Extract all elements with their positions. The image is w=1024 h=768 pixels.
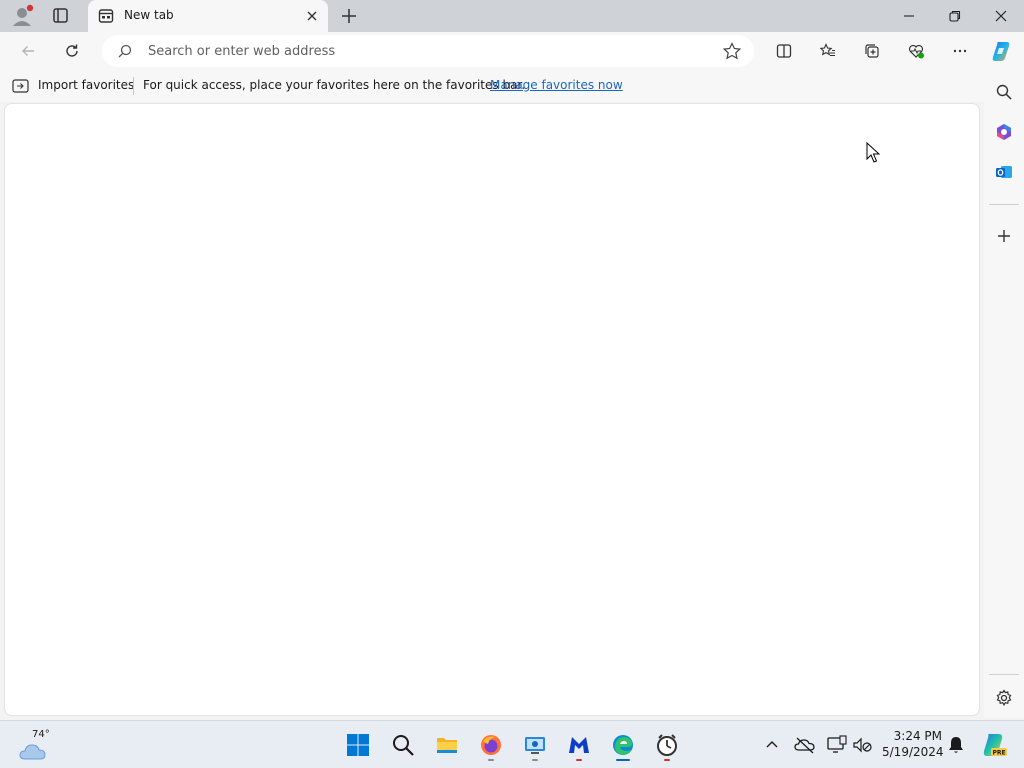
remote-desktop-icon: [525, 737, 545, 754]
restore-icon: [949, 10, 961, 22]
favorites-bar-message: For quick access, place your favorites h…: [143, 78, 526, 92]
favorites-list-icon: [820, 43, 835, 57]
address-bar[interactable]: [102, 35, 754, 67]
system-clock[interactable]: 3:24 PM 5/19/2024: [882, 728, 944, 760]
volume-muted-icon: [853, 737, 872, 753]
favorites-bar: Import favorites For quick access, place…: [0, 70, 984, 102]
refresh-button[interactable]: [58, 38, 86, 64]
taskbar-remote-desktop[interactable]: [519, 729, 551, 761]
favorites-divider: [133, 77, 134, 95]
plus-icon: [998, 230, 1010, 242]
heart-pulse-icon: [908, 44, 924, 59]
taskbar-file-explorer[interactable]: [431, 729, 463, 761]
copilot-button[interactable]: [988, 38, 1016, 64]
split-screen-button[interactable]: [770, 38, 798, 64]
profile-button[interactable]: [8, 4, 36, 28]
sidebar-divider: [989, 204, 1019, 205]
edge-sidebar: [984, 70, 1024, 718]
taskbar-search-button[interactable]: [387, 729, 419, 761]
taskbar-malwarebytes[interactable]: [563, 729, 595, 761]
edge-icon: [613, 735, 633, 755]
restore-button[interactable]: [940, 4, 970, 28]
tab-actions-icon: [53, 8, 68, 23]
refresh-icon: [66, 44, 78, 57]
running-indicator: [664, 759, 670, 761]
onedrive-status[interactable]: [794, 735, 816, 755]
clock-app-icon: [657, 734, 677, 756]
search-icon: [118, 44, 132, 58]
chevron-up-icon: [766, 741, 778, 748]
more-options-icon: [953, 49, 967, 53]
taskbar-start-button[interactable]: [342, 729, 374, 761]
display-status[interactable]: [826, 735, 848, 755]
search-icon: [996, 84, 1012, 100]
page-content[interactable]: [4, 103, 980, 716]
taskbar-edge[interactable]: [607, 729, 639, 761]
firefox-icon: [481, 735, 501, 755]
taskbar: 74° 3:24 PM 5/19/2024 PRE: [0, 720, 1024, 768]
tab-actions-button[interactable]: [46, 4, 74, 28]
new-tab-page-icon: [98, 9, 114, 23]
close-window-button[interactable]: [986, 4, 1016, 28]
favorites-button[interactable]: [814, 38, 842, 64]
notification-bell-icon[interactable]: [947, 735, 965, 755]
start-icon: [347, 734, 369, 756]
weather-temperature: 74°: [32, 729, 50, 740]
sidebar-settings-button[interactable]: [990, 684, 1018, 712]
new-tab-button[interactable]: [338, 4, 360, 28]
clock-date: 5/19/2024: [882, 745, 944, 759]
collections-button[interactable]: [858, 38, 886, 64]
browser-essentials-button[interactable]: [902, 38, 930, 64]
back-arrow-icon: [22, 46, 34, 56]
sidebar-microsoft365-button[interactable]: [990, 118, 1018, 146]
back-button[interactable]: [14, 38, 42, 64]
gear-icon: [996, 689, 1012, 706]
malwarebytes-icon: [569, 737, 589, 753]
copilot-icon: [992, 42, 1010, 61]
copilot-taskbar-button[interactable]: PRE: [980, 731, 1008, 759]
settings-more-button[interactable]: [946, 38, 974, 64]
network-sound-status[interactable]: [852, 735, 874, 755]
sidebar-search-button[interactable]: [990, 78, 1018, 106]
search-icon: [393, 735, 414, 756]
monitor-icon: [827, 735, 847, 753]
import-favorites-label: Import favorites: [38, 78, 135, 92]
cloud-icon: [19, 744, 46, 760]
taskbar-clock-app[interactable]: [651, 729, 683, 761]
split-screen-icon: [776, 44, 792, 58]
tab-new-tab[interactable]: New tab: [88, 0, 328, 32]
sidebar-add-button[interactable]: [990, 222, 1018, 250]
plus-icon: [342, 9, 356, 23]
close-tab-icon[interactable]: [304, 8, 320, 24]
weather-widget[interactable]: 74°: [16, 727, 56, 763]
taskbar-firefox[interactable]: [475, 729, 507, 761]
favorite-star-icon[interactable]: [722, 42, 742, 60]
toolbar: [0, 32, 1024, 70]
minimize-button[interactable]: [894, 4, 924, 28]
file-explorer-icon: [437, 738, 457, 753]
outlook-icon: [996, 166, 1012, 178]
running-indicator: [488, 759, 494, 761]
profile-icon: [13, 4, 34, 26]
active-indicator: [616, 759, 630, 761]
microsoft-365-icon: [997, 124, 1011, 140]
running-indicator: [576, 759, 582, 761]
close-icon: [995, 10, 1007, 22]
sidebar-divider: [989, 674, 1019, 675]
manage-favorites-link[interactable]: Manage favorites now: [490, 78, 623, 92]
clock-time: 3:24 PM: [893, 729, 942, 743]
tab-title: New tab: [124, 8, 174, 22]
collections-icon: [865, 44, 879, 58]
show-hidden-icons-button[interactable]: [762, 735, 784, 755]
preview-badge-label: PRE: [992, 750, 1005, 757]
minimize-icon: [904, 15, 914, 17]
tab-strip: New tab: [0, 0, 1024, 32]
mouse-cursor-icon: [866, 142, 880, 163]
copilot-preview-icon: PRE: [983, 734, 1007, 757]
onedrive-offline-icon: [794, 737, 815, 754]
sidebar-outlook-button[interactable]: [990, 158, 1018, 186]
address-input[interactable]: [148, 42, 708, 60]
import-favorites-icon: [12, 79, 29, 93]
running-indicator: [532, 759, 538, 761]
